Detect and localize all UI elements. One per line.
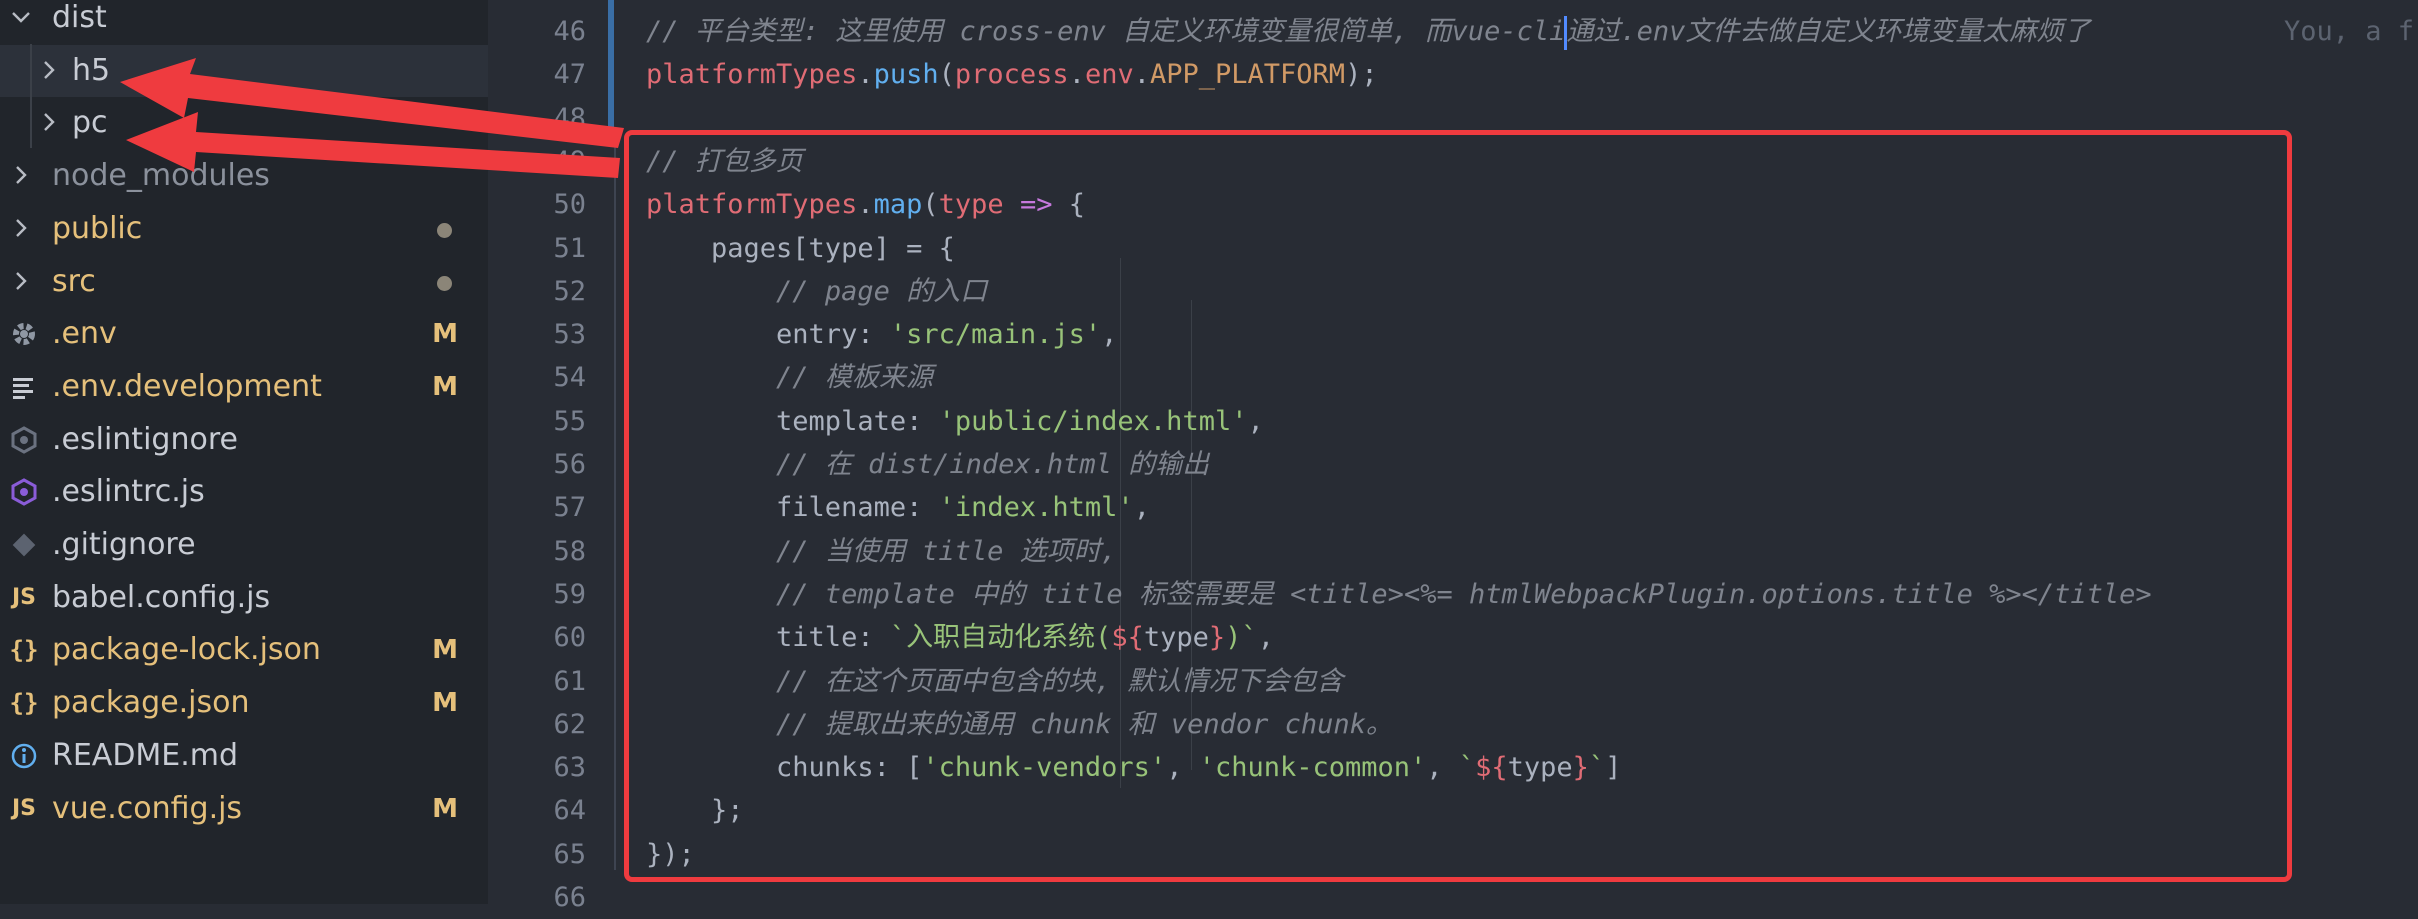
- annotation-arrows: [120, 58, 624, 178]
